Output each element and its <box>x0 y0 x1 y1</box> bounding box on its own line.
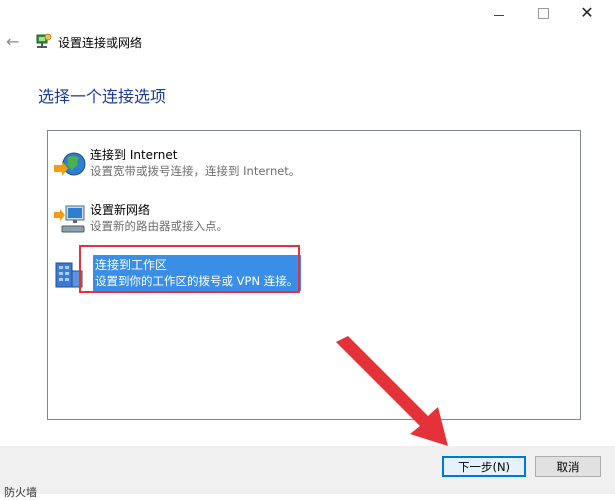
close-icon: ✕ <box>580 3 594 22</box>
background-window-text: 防火墙 <box>4 486 37 499</box>
title-bar: ✕ <box>0 0 615 28</box>
maximize-icon <box>537 7 549 19</box>
workplace-icon <box>55 262 83 288</box>
option-title: 设置新网络 <box>90 203 151 217</box>
minimize-icon <box>494 14 504 16</box>
internet-globe-icon <box>54 152 86 176</box>
minimize-button[interactable] <box>479 0 519 26</box>
option-title: 连接到工作区 <box>95 258 168 272</box>
maximize-button[interactable] <box>523 0 563 26</box>
connection-options-list: 连接到 Internet 设置宽带或拨号连接，连接到 Internet。 设置新… <box>47 130 581 420</box>
page-heading: 选择一个连接选项 <box>38 87 167 106</box>
close-button[interactable]: ✕ <box>567 0 607 26</box>
option-text: 连接到工作区 设置到你的工作区的拨号或 VPN 连接。 <box>93 255 302 291</box>
option-text: 设置新网络 设置新的路由器或接入点。 <box>90 202 228 234</box>
setup-connection-window: ✕ ← 设置连接或网络 选择一个连接选项 连接到 Internet 设置宽带或拨… <box>0 0 615 499</box>
option-text: 连接到 Internet 设置宽带或拨号连接，连接到 Internet。 <box>90 147 300 179</box>
option-title: 连接到 Internet <box>90 148 178 162</box>
next-button[interactable]: 下一步(N) <box>442 456 526 477</box>
option-description: 设置宽带或拨号连接，连接到 Internet。 <box>90 164 301 178</box>
option-description: 设置到你的工作区的拨号或 VPN 连接。 <box>95 274 299 288</box>
network-setup-icon <box>36 33 52 48</box>
back-arrow-icon[interactable]: ← <box>6 33 22 51</box>
option-description: 设置新的路由器或接入点。 <box>90 219 228 233</box>
window-title: 设置连接或网络 <box>58 36 143 50</box>
new-network-icon <box>54 205 85 233</box>
cancel-button[interactable]: 取消 <box>535 456 601 477</box>
